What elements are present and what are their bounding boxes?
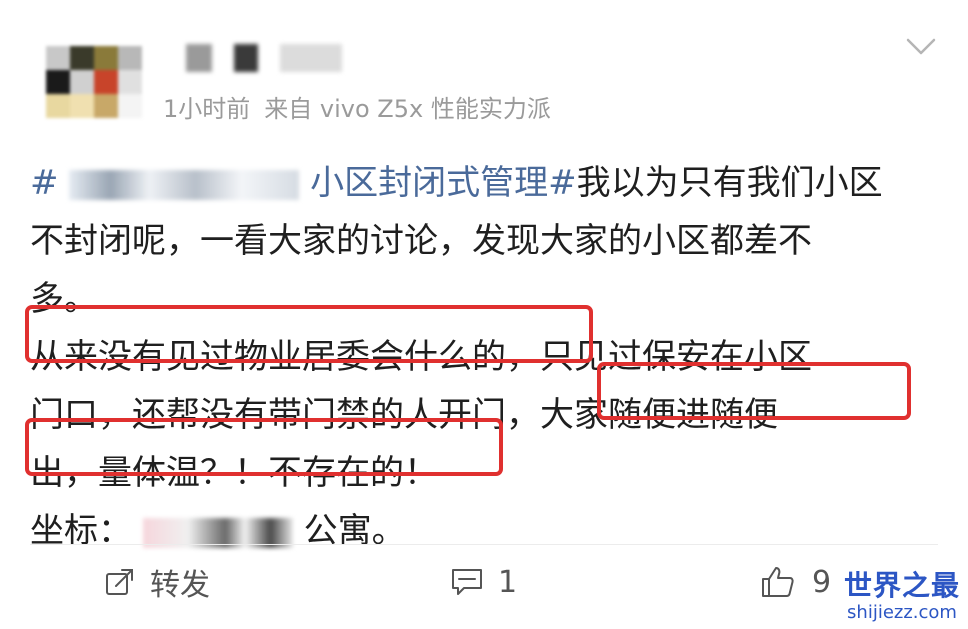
site-watermark: 世界之最 shijiezz.com xyxy=(840,570,964,624)
post-line-1: # 小区封闭式管理#我以为只有我们小区 xyxy=(30,154,883,212)
highlight-box-3 xyxy=(25,418,503,476)
expand-chevron-icon[interactable] xyxy=(906,38,936,56)
post-text: 我以为只有我们小区 xyxy=(576,163,883,203)
like-button[interactable]: 9 xyxy=(760,562,831,602)
watermark-title: 世界之最 xyxy=(843,569,960,602)
repost-button[interactable]: 转发 xyxy=(104,562,210,603)
post-meta: 1小时前 来自 vivo Z5x 性能实力派 xyxy=(163,89,551,124)
comment-count: 1 xyxy=(498,564,518,600)
post-source: 来自 vivo Z5x 性能实力派 xyxy=(264,95,551,123)
highlight-box-2 xyxy=(597,362,911,420)
topic-link[interactable]: 小区封闭式管理# xyxy=(310,163,577,203)
comment-icon xyxy=(452,569,482,595)
post-time: 1小时前 xyxy=(163,95,251,123)
like-icon xyxy=(762,567,794,597)
location-redacted xyxy=(142,517,293,548)
highlight-box-1 xyxy=(25,305,593,363)
topic-hash[interactable]: # xyxy=(30,163,59,203)
avatar[interactable] xyxy=(46,46,142,118)
comment-button[interactable]: 1 xyxy=(450,562,517,602)
watermark-url: shijiezz.com xyxy=(847,602,957,623)
location-label: 坐标： xyxy=(30,511,132,551)
divider xyxy=(30,544,938,545)
repost-icon xyxy=(106,569,133,595)
location-suffix: 公寓。 xyxy=(303,511,406,551)
post-line-7: 坐标： 公寓。 xyxy=(30,502,406,560)
post-line-2: 不封闭呢，一看大家的讨论，发现大家的小区都差不 xyxy=(30,221,812,261)
topic-redacted xyxy=(69,169,300,200)
like-count: 9 xyxy=(812,564,832,600)
repost-label: 转发 xyxy=(150,568,210,603)
